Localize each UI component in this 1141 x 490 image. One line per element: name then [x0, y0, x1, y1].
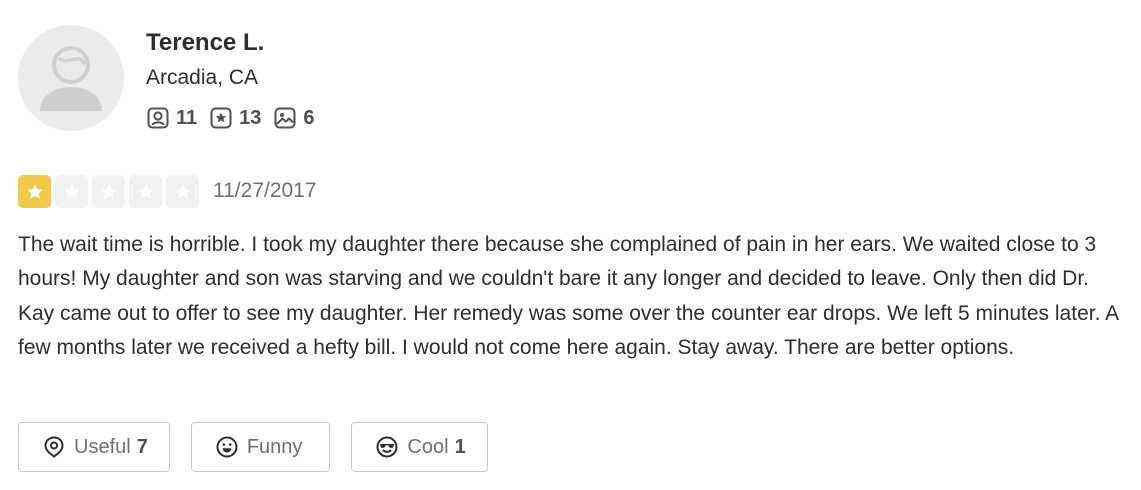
star-empty [129, 175, 162, 208]
useful-button[interactable]: Useful 7 [18, 422, 170, 472]
user-silhouette-icon [40, 46, 102, 111]
star-rating [18, 175, 203, 208]
user-stats: 11 13 6 [146, 105, 327, 131]
useful-count: 7 [136, 436, 148, 458]
reaction-buttons: Useful 7 Funny Cool 1 [18, 422, 509, 472]
review-date: 11/27/2017 [213, 179, 317, 202]
useful-icon [44, 436, 64, 458]
funny-button[interactable]: Funny [190, 422, 331, 472]
cool-icon [376, 436, 398, 458]
friends-count: 11 [146, 106, 197, 130]
photos-icon [274, 107, 296, 129]
reviews-star-icon [210, 107, 232, 129]
review-text: The wait time is horrible. I took my dau… [18, 233, 1118, 360]
star-empty [55, 175, 88, 208]
useful-label: Useful [74, 436, 131, 458]
funny-label: Funny [246, 436, 303, 458]
star-icon [137, 183, 154, 199]
user-name[interactable]: Terence L. [146, 29, 264, 57]
star-filled [18, 175, 51, 208]
cool-button[interactable]: Cool 1 [351, 422, 488, 472]
funny-icon [216, 436, 238, 458]
user-location: Arcadia, CA [146, 66, 259, 89]
avatar[interactable] [18, 25, 124, 131]
reviews-count: 13 [209, 106, 261, 130]
friends-count-value: 11 [176, 107, 198, 129]
star-icon [63, 183, 80, 199]
photos-count: 6 [273, 106, 315, 130]
star-empty [166, 175, 199, 208]
cool-label: Cool [407, 436, 449, 458]
reviews-count-value: 13 [239, 107, 262, 129]
star-icon [26, 183, 43, 199]
star-empty [92, 175, 125, 208]
friends-icon [147, 107, 169, 129]
star-icon [100, 183, 117, 199]
cool-count: 1 [454, 436, 466, 458]
photos-count-value: 6 [303, 107, 315, 129]
star-icon [174, 183, 191, 199]
